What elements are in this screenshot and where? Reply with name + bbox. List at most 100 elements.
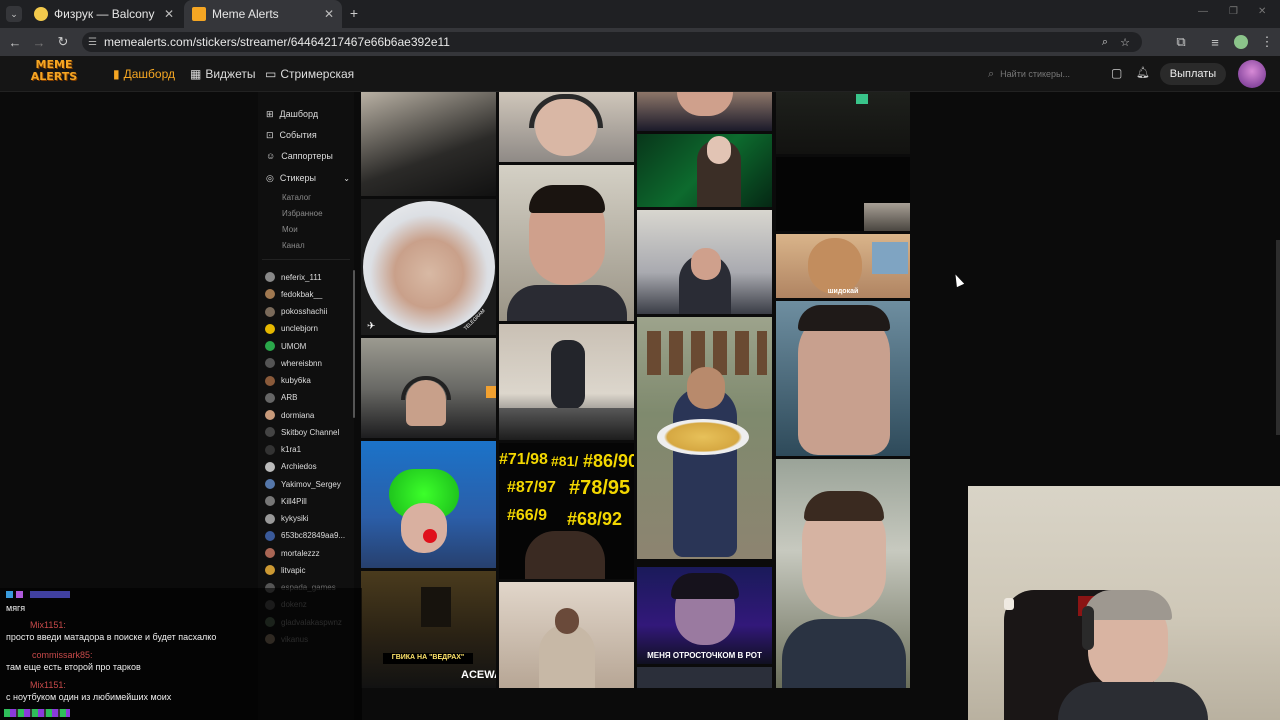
number-overlay: #78/95	[569, 477, 631, 499]
sidebar-user-item[interactable]: UMOM	[265, 339, 306, 353]
sticker-tile[interactable]	[637, 210, 772, 314]
chat-message: там еще есть второй про тарков	[6, 662, 141, 672]
close-icon[interactable]: ✕	[164, 7, 174, 21]
sticker-tile[interactable]	[776, 301, 910, 456]
sidebar-scrollbar[interactable]	[353, 270, 355, 418]
browser-tab-1[interactable]: Физрук — Balcony ✕	[26, 0, 182, 28]
inset-video	[864, 203, 910, 231]
close-icon[interactable]: ✕	[324, 7, 334, 21]
sticker-tile[interactable]	[361, 338, 496, 438]
extensions-icon[interactable]: ⧉	[1170, 28, 1192, 56]
green-accent	[856, 94, 868, 104]
tab-favicon-icon	[192, 7, 206, 21]
media-control-icon[interactable]: ≡	[1204, 28, 1226, 56]
address-bar[interactable]: ☰ memealerts.com/stickers/streamer/64464…	[82, 32, 1142, 52]
hair-shape	[671, 573, 739, 599]
close-window-icon[interactable]: ✕	[1258, 6, 1266, 17]
sticker-tile[interactable]	[776, 157, 910, 231]
streamer-cap	[1084, 590, 1172, 620]
sidebar-sub-mine[interactable]: Мои	[282, 222, 298, 236]
sidebar-user-item[interactable]: Skitboy Channel	[265, 425, 339, 439]
sidebar-user-item[interactable]: litvapic	[265, 563, 305, 577]
sidebar-user-item[interactable]: Kill4Pill	[265, 494, 307, 508]
sidebar-user-item[interactable]: fedokbak__	[265, 287, 322, 301]
sticker-tile[interactable]	[361, 441, 496, 568]
site-info-icon[interactable]: ☰	[88, 37, 97, 48]
sidebar-user-item[interactable]: Archiedos	[265, 460, 317, 474]
sticker-tile[interactable]	[637, 134, 772, 207]
sticker-search[interactable]: ⌕ Найти стикеры...	[988, 66, 1098, 82]
chat-message: с ноутбуком один из любимейших моих	[6, 692, 172, 702]
search-input[interactable]: Найти стикеры...	[1000, 69, 1070, 79]
sticker-tile[interactable]	[776, 92, 910, 154]
page-scrollbar[interactable]	[1276, 240, 1280, 435]
sidebar-user-item[interactable]: Yakimov_Sergey	[265, 477, 341, 491]
sticker-tile[interactable]: МЕНЯ ОТРОСТОЧКОМ В РОТ	[637, 567, 772, 664]
sidebar-user-item[interactable]: k1ra1	[265, 443, 301, 457]
nav-dashboard[interactable]: ▮ Дашборд	[113, 56, 175, 92]
url-text: memealerts.com/stickers/streamer/6446421…	[104, 35, 450, 49]
badge-icon	[16, 591, 23, 598]
sticker-tile[interactable]: #71/98 #81/ #86/90 #87/97 #78/95 #66/9 #…	[499, 443, 634, 579]
person-figure	[673, 387, 737, 557]
payout-button[interactable]: Выплаты	[1160, 63, 1226, 85]
sidebar-item-dashboard[interactable]: ⊞ Дашборд	[266, 106, 318, 122]
new-tab-button[interactable]: +	[346, 5, 362, 21]
sidebar-item-supporters[interactable]: ☺ Саппортеры	[266, 148, 333, 164]
sticker-tile[interactable]	[499, 582, 634, 688]
nav-widgets[interactable]: ▦ Виджеты	[190, 56, 255, 92]
sticker-tile[interactable]	[499, 165, 634, 321]
sticker-tile[interactable]: ✈ TELEGRAM	[361, 199, 496, 335]
orange-accent	[486, 386, 496, 398]
webcam-overlay	[968, 486, 1280, 720]
back-arrow-icon[interactable]: ←	[4, 28, 26, 56]
sidebar-sub-catalog[interactable]: Каталог	[282, 190, 311, 204]
sidebar-user-item[interactable]: ARB	[265, 391, 297, 405]
user-name: mortalezzz	[281, 548, 320, 558]
forward-arrow-icon[interactable]: →	[28, 28, 50, 56]
sidebar-item-stickers[interactable]: ◎ Стикеры ⌄	[266, 170, 350, 186]
browser-tab-2[interactable]: Meme Alerts ✕	[184, 0, 342, 28]
sticker-tile[interactable]	[637, 667, 772, 688]
sidebar-user-item[interactable]: kykysiki	[265, 512, 309, 526]
sidebar-user-item[interactable]: 653bc82849aa9...	[265, 529, 345, 543]
zoom-icon[interactable]: ⌕	[1102, 36, 1108, 49]
browser-menu-icon[interactable]: ⋮	[1256, 28, 1278, 56]
sidebar-user-item[interactable]: unclebjorn	[265, 322, 318, 336]
sidebar-sub-channel[interactable]: Канал	[282, 238, 305, 252]
sticker-tile[interactable]	[361, 92, 496, 196]
user-avatar-icon	[265, 272, 275, 282]
sidebar-user-item[interactable]: neferix_111	[265, 270, 322, 284]
meme-alerts-logo[interactable]: MEME ALERTS	[30, 59, 78, 87]
user-avatar-icon	[265, 358, 275, 369]
sidebar-user-item[interactable]: mortalezzz	[265, 546, 320, 560]
mouse-cursor-icon	[951, 272, 965, 288]
notification-bell-icon[interactable]: 🔔︎	[1136, 66, 1150, 79]
head-shape	[808, 238, 862, 294]
maximize-window-icon[interactable]: ❐	[1229, 6, 1238, 17]
sticker-tile[interactable]: ГВИКА НА "ВЕДРАХ" ACEWA	[361, 571, 496, 688]
sticker-grid: ✈ TELEGRAM ГВИКА НА "ВЕДРАХ" ACEWA #71/9…	[360, 92, 912, 688]
tab-search-button[interactable]: ⌄	[6, 6, 22, 22]
sticker-tile[interactable]: шидокай	[776, 234, 910, 298]
chat-icon[interactable]: ▢	[1111, 66, 1122, 80]
reload-icon[interactable]: ↻	[52, 28, 74, 56]
user-avatar[interactable]	[1238, 60, 1266, 88]
sidebar-user-item[interactable]: kuby6ka	[265, 374, 311, 388]
sidebar-sub-favorites[interactable]: Избранное	[282, 206, 323, 220]
sidebar-user-item[interactable]: whereisbnn	[265, 356, 322, 370]
bookmark-star-icon[interactable]: ☆	[1120, 36, 1130, 49]
sticker-tile[interactable]	[776, 459, 910, 688]
sticker-tile[interactable]	[499, 324, 634, 440]
sidebar-user-item[interactable]: dormiana	[265, 408, 314, 422]
profile-avatar-icon[interactable]	[1234, 35, 1248, 49]
sticker-tile[interactable]	[637, 317, 772, 559]
minimize-window-icon[interactable]: —	[1198, 6, 1208, 17]
sidebar-user-item[interactable]: pokosshachii	[265, 305, 327, 319]
nav-streamer[interactable]: ▭ Стримерская	[265, 56, 354, 92]
sticker-tile[interactable]	[637, 92, 772, 131]
user-avatar-icon	[265, 392, 275, 403]
sticker-tile[interactable]	[499, 92, 634, 162]
sidebar-item-events[interactable]: ⊡ События	[266, 127, 317, 143]
tab-favicon-icon	[34, 7, 48, 21]
